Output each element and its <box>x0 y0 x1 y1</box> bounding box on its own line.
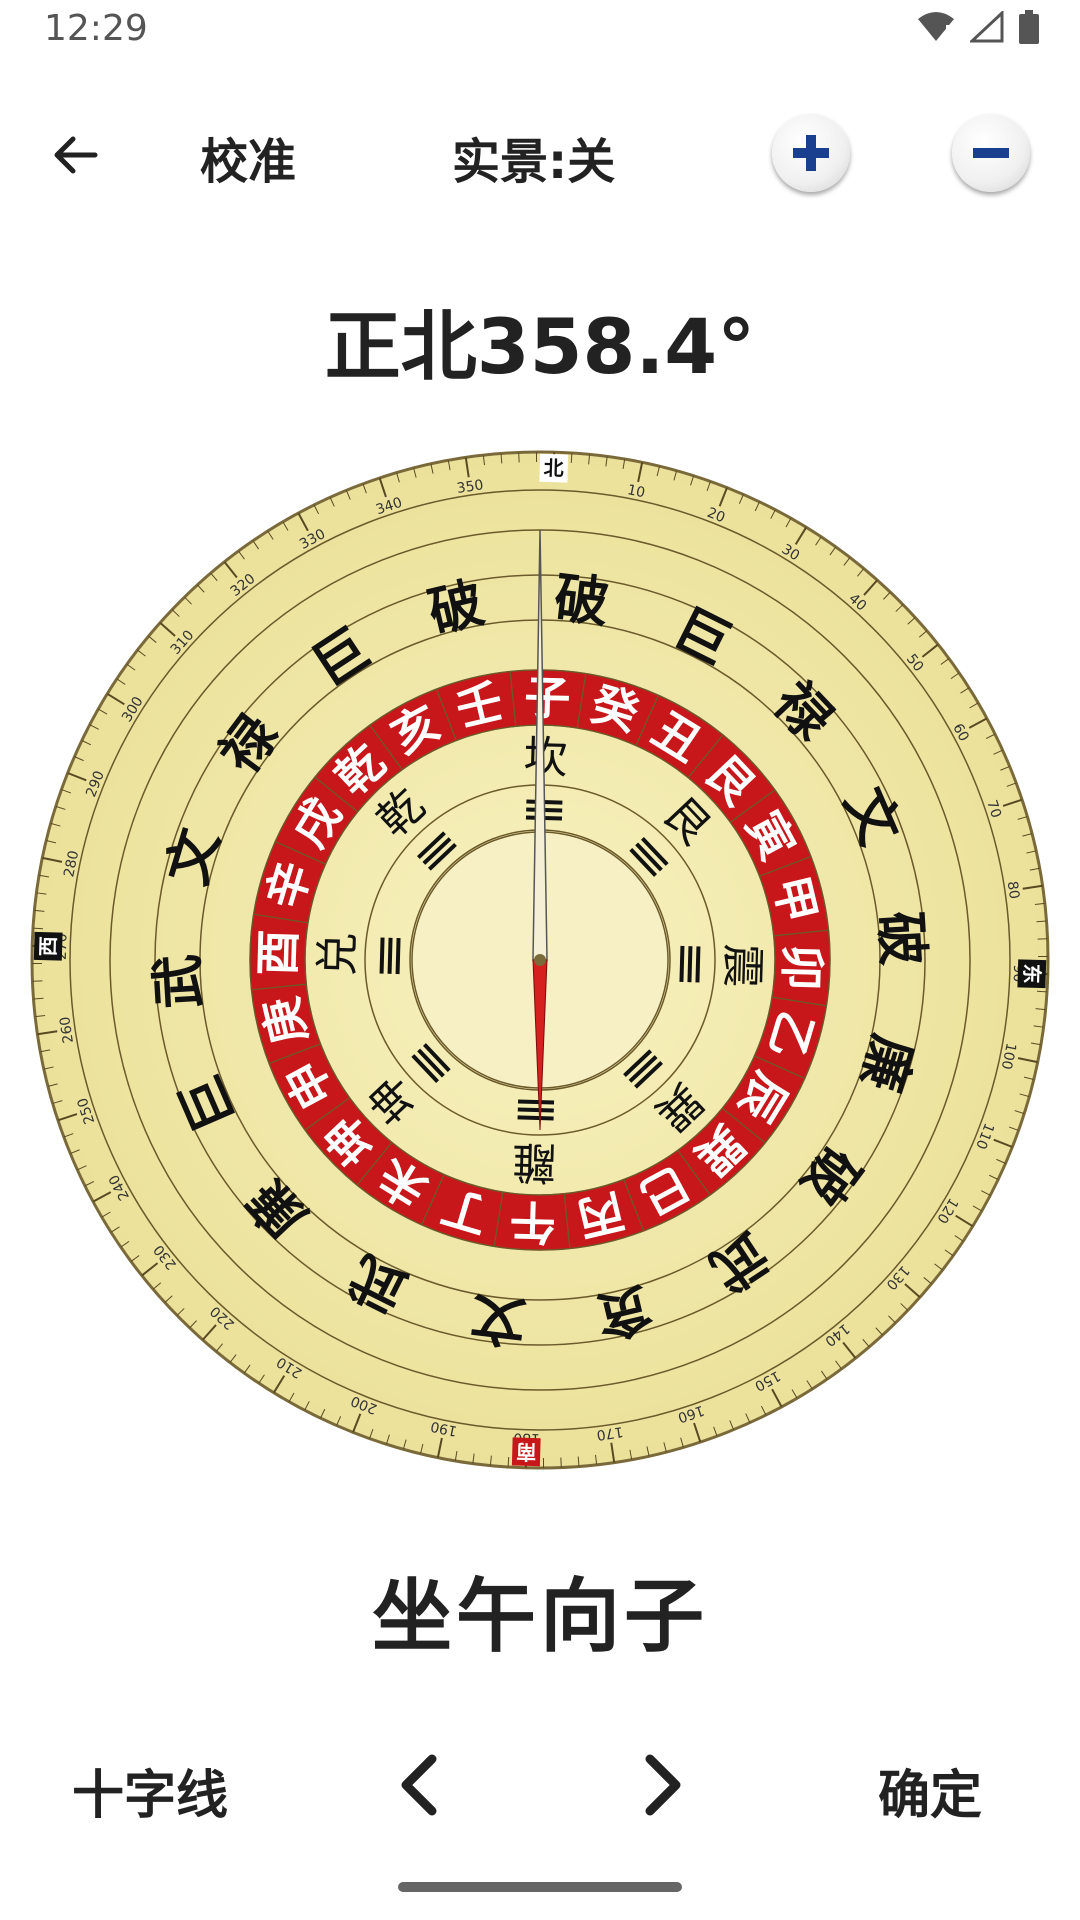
home-indicator <box>398 1882 682 1892</box>
status-icons <box>916 10 1040 44</box>
minus-icon <box>973 148 1009 158</box>
star-label: 破 <box>868 910 934 968</box>
rotate-right-button[interactable] <box>622 1745 702 1825</box>
chevron-right-icon <box>645 1754 681 1816</box>
battery-icon <box>1019 10 1039 44</box>
plus-icon <box>793 135 829 171</box>
crosshair-button[interactable]: 十字线 <box>72 1753 228 1828</box>
mountain-label: 子 <box>524 670 571 725</box>
cardinal-north: 北 <box>543 456 564 481</box>
bagua-label: 離 <box>512 1136 557 1188</box>
mountain-label: 卯 <box>774 944 829 991</box>
direction-result: 坐午向子 <box>372 1570 708 1663</box>
star-label: 武 <box>146 953 212 1011</box>
chevron-left-icon <box>401 1754 437 1816</box>
toolbar: 校准 实景:关 <box>0 100 1080 210</box>
star-label: 破 <box>551 566 612 635</box>
heading-readout: 正北358.4° <box>324 302 756 391</box>
wifi-icon <box>918 12 954 41</box>
real-view-toggle[interactable]: 实景:关 <box>452 122 615 192</box>
zoom-in-button[interactable] <box>772 114 850 192</box>
zoom-out-button[interactable] <box>952 114 1030 192</box>
mountain-label: 午 <box>509 1194 556 1249</box>
rotate-left-button[interactable] <box>380 1745 460 1825</box>
cardinal-south: 南 <box>516 1440 537 1465</box>
degree-label: 80 <box>1004 880 1022 900</box>
cardinal-east: 东 <box>1020 963 1045 984</box>
arrow-back-icon <box>54 136 98 174</box>
compass-dial: 1020304050607080901001101201301401501601… <box>30 450 1050 1470</box>
bagua-label: 震 <box>716 943 768 988</box>
signal-icon <box>970 11 1004 43</box>
status-time: 12:29 <box>44 8 148 49</box>
star-label: 文 <box>468 1285 529 1354</box>
bagua-label: 坎 <box>523 732 568 784</box>
back-button[interactable] <box>40 120 110 190</box>
mountain-label: 酉 <box>250 929 305 976</box>
confirm-button[interactable]: 确定 <box>878 1753 982 1828</box>
luopan-compass[interactable]: 1020304050607080901001101201301401501601… <box>28 448 1052 1472</box>
bagua-label: 兑 <box>312 932 364 977</box>
cardinal-west: 西 <box>36 936 61 957</box>
status-bar: 12:29 <box>0 0 1080 60</box>
calibrate-button[interactable]: 校准 <box>200 122 296 192</box>
bottom-bar: 十字线 确定 <box>0 1735 1080 1835</box>
